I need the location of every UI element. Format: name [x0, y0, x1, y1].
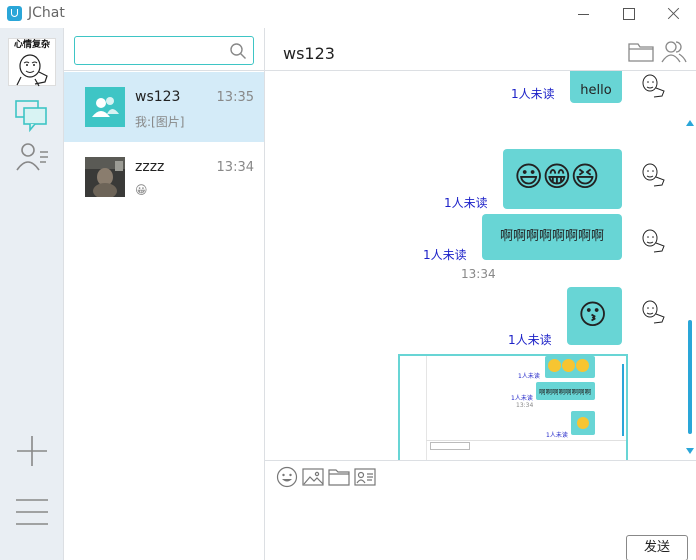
photo-avatar: [85, 157, 125, 197]
add-icon[interactable]: [14, 433, 50, 469]
message-timestamp: 13:34: [461, 267, 496, 281]
app-title: JChat: [28, 5, 65, 21]
conversation-item-ws123[interactable]: ws123 13:35 我:[图片]: [64, 72, 264, 142]
shot-tools: [430, 442, 470, 450]
shot-unread: 1人未读: [518, 373, 540, 380]
message-list: hello 1人未读 😃😁😆 1人未读 啊啊啊啊啊啊啊啊 1人未读 13:34 …: [265, 71, 696, 460]
chat-bubbles-icon[interactable]: [14, 98, 50, 134]
chat-title: ws123: [283, 44, 335, 63]
unread-status: 1人未读: [423, 248, 467, 262]
user-avatar[interactable]: 心情复杂: [8, 38, 56, 87]
left-rail: 心情复杂: [0, 28, 64, 560]
conversation-name: ws123: [135, 89, 181, 105]
scroll-down-icon[interactable]: [686, 448, 694, 454]
message-bubble-emoji[interactable]: 😃😁😆: [503, 149, 622, 209]
conversation-name: zzzz: [135, 159, 165, 175]
send-button[interactable]: 发送: [626, 535, 688, 560]
app-logo-icon: [7, 6, 22, 21]
shot-scrollbar: [622, 364, 624, 436]
sender-avatar: [642, 74, 665, 98]
scrollbar-thumb[interactable]: [688, 320, 692, 434]
shot-unread: 1人未读: [511, 395, 533, 402]
conversation-time: 13:35: [216, 90, 254, 105]
message-bubble-emoji[interactable]: 😗: [567, 287, 622, 345]
shot-emoji-icon: [577, 417, 589, 429]
close-button[interactable]: [664, 4, 684, 24]
conversation-preview: 😀: [135, 183, 148, 197]
shot-bubble: 啊啊啊啊啊啊啊啊: [536, 382, 595, 400]
shot-emoji-icon: [576, 359, 589, 372]
message-emoji: 😃😁😆: [514, 160, 600, 193]
message-emoji: 😗: [578, 298, 608, 331]
shot-divider: [426, 440, 626, 441]
emoji-icon[interactable]: [276, 466, 298, 488]
search-bar: [64, 28, 265, 71]
search-box[interactable]: [74, 36, 254, 65]
conversation-item-zzzz[interactable]: zzzz 13:34 😀: [64, 142, 264, 212]
shot-emoji-icon: [548, 359, 561, 372]
group-avatar-icon: [85, 87, 125, 127]
unread-status: 1人未读: [508, 333, 552, 347]
unread-status: 1人未读: [511, 87, 555, 101]
message-image[interactable]: 1人未读 啊啊啊啊啊啊啊啊 1人未读 13:34 1人未读: [398, 354, 628, 460]
title-bar: JChat: [0, 0, 696, 28]
maximize-button[interactable]: [619, 4, 639, 24]
sender-avatar: [642, 229, 665, 253]
contact-card-icon[interactable]: [354, 466, 376, 488]
search-input[interactable]: [81, 41, 221, 60]
sender-avatar: [642, 300, 665, 324]
conversation-list: ws123 13:35 我:[图片] zzzz 13:34 😀: [64, 28, 265, 560]
shot-text: 啊啊啊啊啊啊啊啊: [539, 388, 591, 396]
shot-unread: 1人未读: [546, 432, 568, 439]
folder-icon[interactable]: [328, 466, 350, 488]
contacts-icon[interactable]: [14, 138, 50, 174]
chat-pane: ws123 hello 1人未读 😃😁😆 1人未读 啊啊啊啊啊啊啊啊 1人未读 …: [265, 28, 696, 560]
message-text: 啊啊啊啊啊啊啊啊: [499, 229, 604, 244]
shot-divider: [426, 356, 427, 460]
shot-time: 13:34: [516, 402, 534, 409]
meme-face-icon: [16, 54, 48, 87]
menu-icon[interactable]: [14, 494, 50, 530]
message-bubble-text[interactable]: hello: [570, 71, 622, 103]
search-icon[interactable]: [229, 42, 247, 60]
image-icon[interactable]: [302, 466, 324, 488]
group-members-icon[interactable]: [661, 39, 687, 63]
chat-header: ws123: [265, 28, 696, 71]
shot-emoji-icon: [562, 359, 575, 372]
conversation-preview: 我:[图片]: [135, 115, 185, 129]
folder-icon[interactable]: [628, 40, 654, 62]
minimize-button[interactable]: [574, 4, 594, 24]
unread-status: 1人未读: [444, 196, 488, 210]
message-bubble-text[interactable]: 啊啊啊啊啊啊啊啊: [482, 214, 622, 260]
scroll-up-icon[interactable]: [686, 120, 694, 126]
composer: 发送: [265, 460, 696, 560]
message-text: hello: [580, 83, 612, 98]
conversation-time: 13:34: [216, 160, 254, 175]
sender-avatar: [642, 163, 665, 187]
